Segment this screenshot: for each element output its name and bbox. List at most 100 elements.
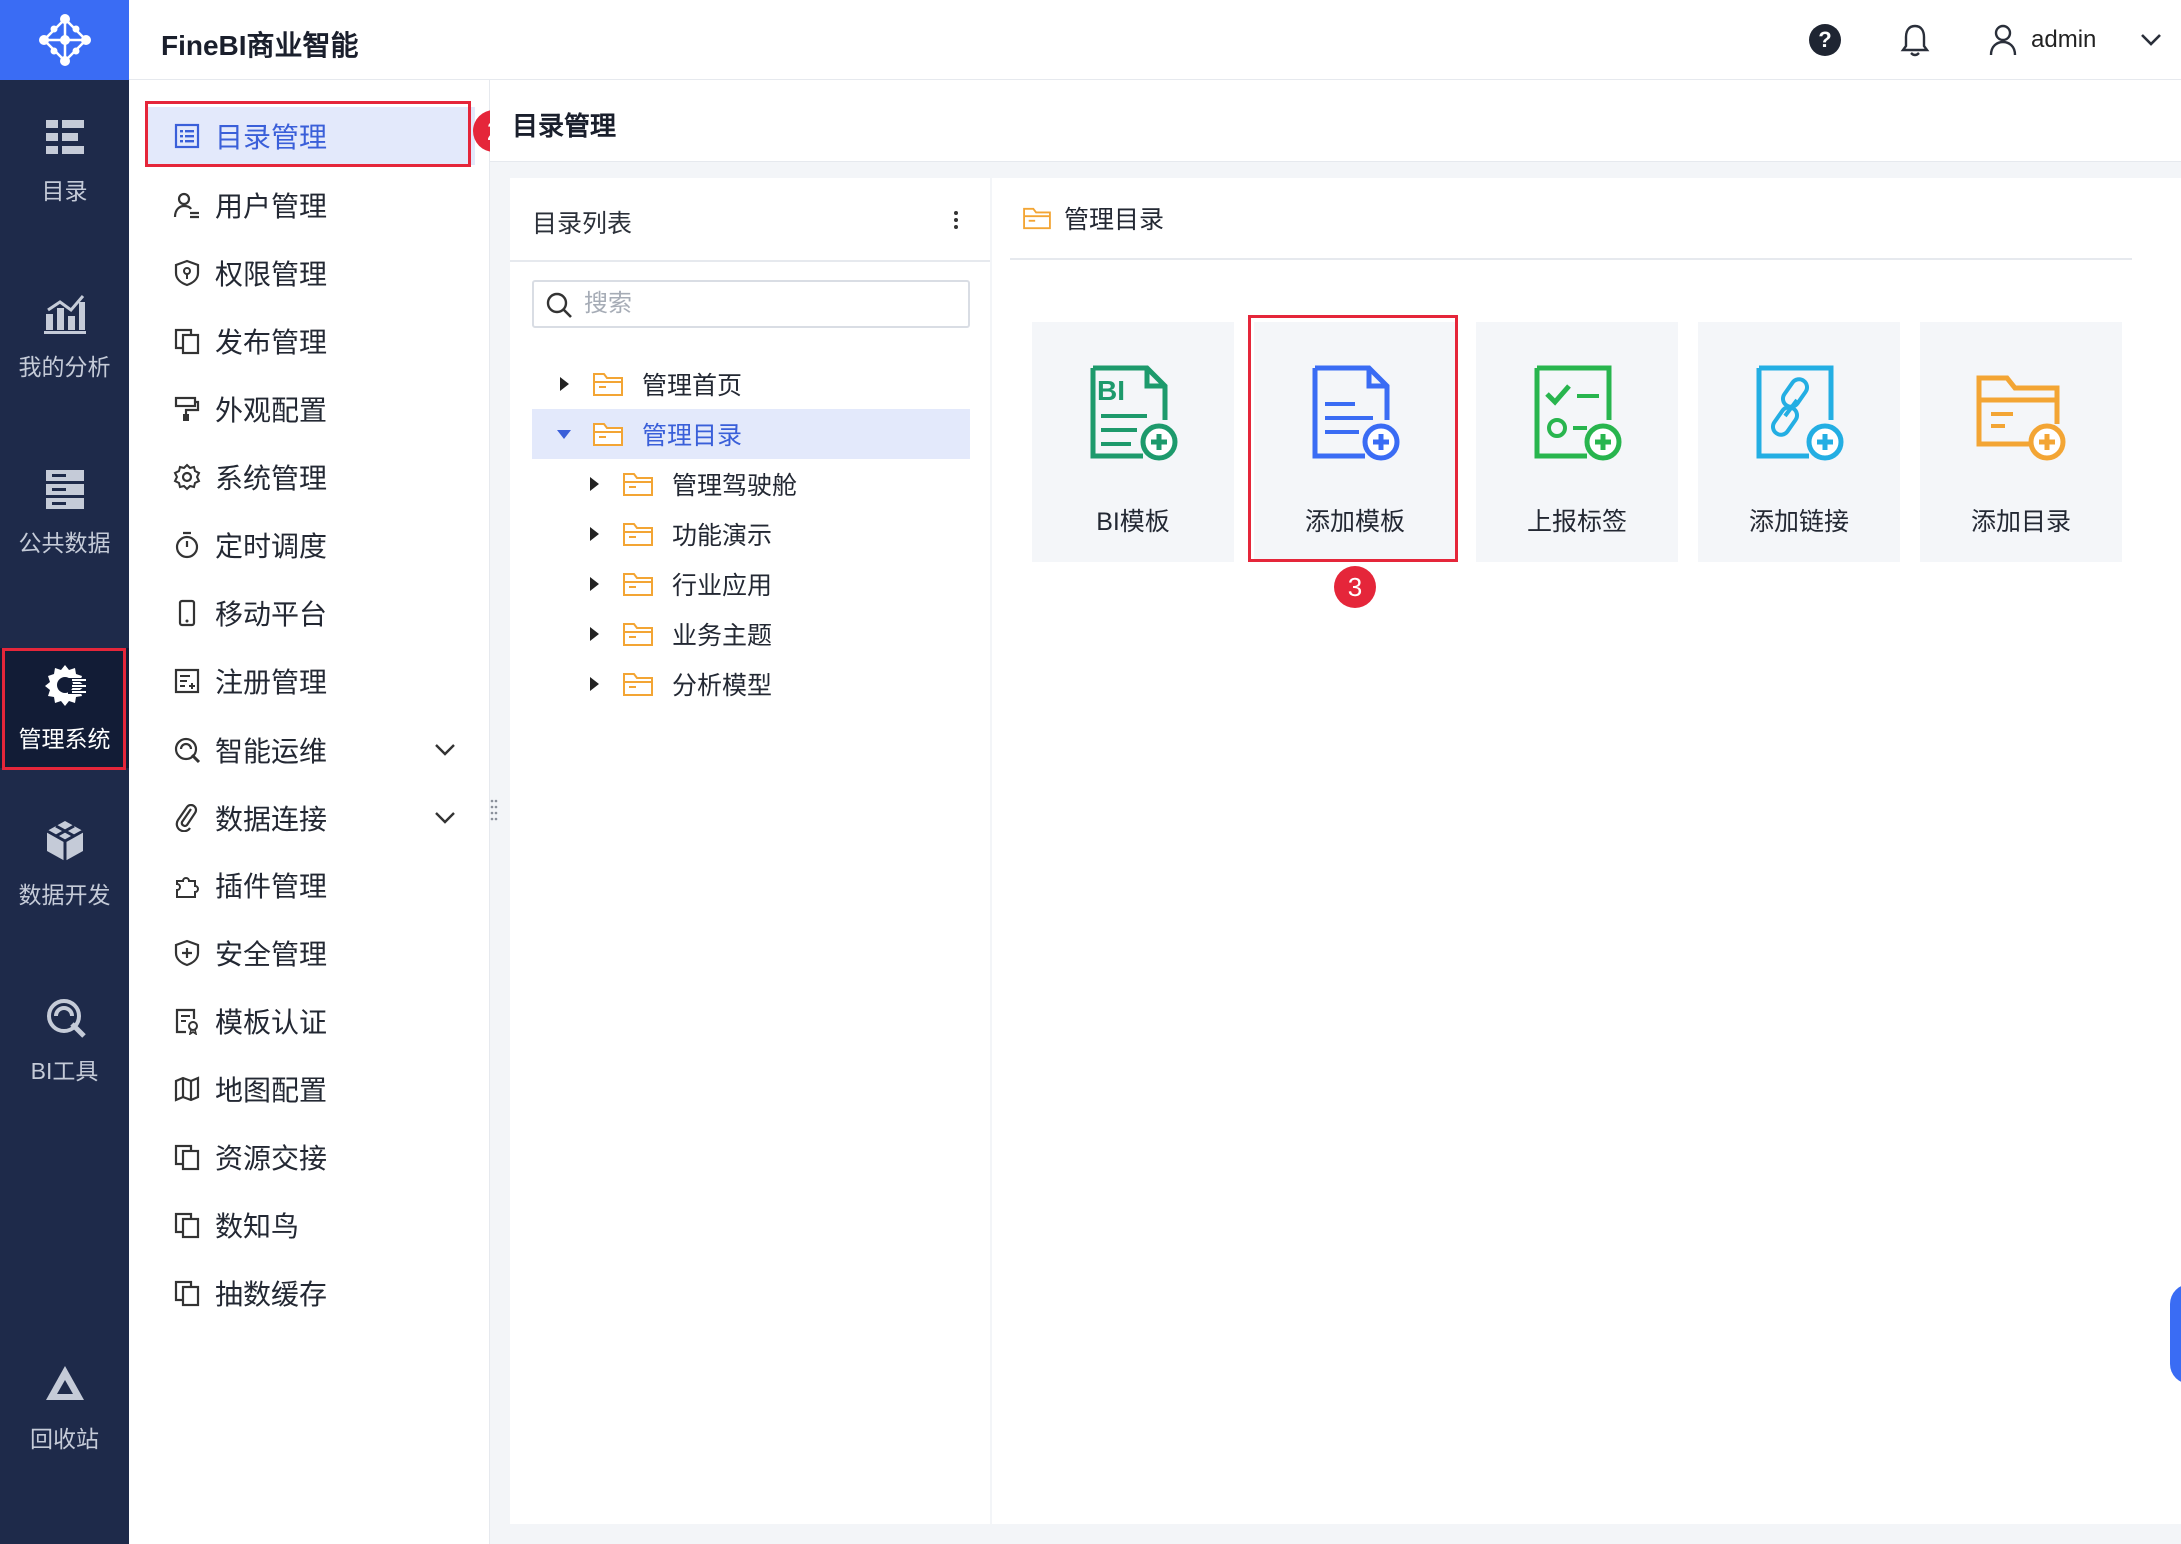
caret-right-icon[interactable] <box>554 374 574 394</box>
add-link-card[interactable]: 添加链接 <box>1698 322 1900 562</box>
menu-item-intelligent-ops[interactable]: 智能运维 <box>145 721 475 779</box>
highlight-box-manage-system <box>2 648 126 770</box>
tree-node-management-cockpit[interactable]: 管理驾驶舱 <box>532 459 970 509</box>
menu-item-label: 权限管理 <box>215 259 328 290</box>
tree-node-label: 业务主题 <box>672 622 773 650</box>
username-label[interactable]: admin <box>2031 26 2096 54</box>
menu-item-label: 定时调度 <box>215 531 328 562</box>
menu-item-label: 插件管理 <box>215 871 328 902</box>
user-menu-chevron-down-icon[interactable] <box>2139 30 2163 50</box>
menu-item-extract-cache[interactable]: 抽数缓存 <box>145 1264 475 1322</box>
security-shield-icon <box>174 939 200 967</box>
menu-item-system-management[interactable]: 系统管理 <box>145 448 475 506</box>
analysis-icon <box>43 295 86 334</box>
add-folder-card[interactable]: 添加目录 <box>1920 322 2122 562</box>
chevron-down-icon[interactable] <box>433 740 457 760</box>
menu-item-label: 数知鸟 <box>215 1211 300 1242</box>
paint-roller-icon <box>174 396 200 421</box>
rail-item-data-dev[interactable]: 数据开发 <box>0 804 129 924</box>
timer-icon <box>175 531 199 559</box>
bi-template-card[interactable]: BI BI模板 <box>1032 322 1234 562</box>
register-icon <box>174 668 200 694</box>
user-icon <box>173 192 199 219</box>
tree-node-feature-demo[interactable]: 功能演示 <box>532 509 970 559</box>
tree-node-business-topics[interactable]: 业务主题 <box>532 609 970 659</box>
menu-item-plugin-management[interactable]: 插件管理 <box>145 856 475 914</box>
search-input[interactable] <box>584 288 954 320</box>
caret-right-icon[interactable] <box>584 674 604 694</box>
menu-item-appearance-config[interactable]: 外观配置 <box>145 380 475 438</box>
menu-item-label: 模板认证 <box>215 1007 328 1038</box>
caret-right-icon[interactable] <box>584 474 604 494</box>
more-options-icon[interactable] <box>952 208 960 232</box>
user-avatar-icon[interactable] <box>1987 22 2019 58</box>
rail-item-label: 目录 <box>41 178 88 204</box>
page-title: 目录管理 <box>512 111 617 141</box>
link-icon <box>175 804 198 832</box>
tree-node-analysis-models[interactable]: 分析模型 <box>532 659 970 709</box>
menu-item-shuzhiniao[interactable]: 数知鸟 <box>145 1196 475 1254</box>
menu-item-label: 发布管理 <box>215 327 328 358</box>
card-label: 添加目录 <box>1970 508 2071 536</box>
menu-item-label: 安全管理 <box>215 939 328 970</box>
add-folder-icon <box>1976 375 2066 461</box>
caret-right-icon[interactable] <box>584 574 604 594</box>
recycle-icon <box>45 1366 84 1400</box>
puzzle-icon <box>176 877 199 898</box>
menu-item-template-certification[interactable]: 模板认证 <box>145 992 475 1050</box>
menu-item-resource-handover[interactable]: 资源交接 <box>145 1128 475 1186</box>
rail-item-my-analysis[interactable]: 我的分析 <box>0 276 129 396</box>
tree-node-label: 管理目录 <box>642 422 743 450</box>
report-tag-card[interactable]: 上报标签 <box>1476 322 1678 562</box>
menu-item-label: 地图配置 <box>215 1075 328 1106</box>
copy-icon <box>174 1212 200 1239</box>
menu-item-mobile-platform[interactable]: 移动平台 <box>145 584 475 642</box>
bi-template-icon-text: BI <box>1097 375 1125 406</box>
report-tag-icon <box>1534 365 1622 461</box>
primary-nav-rail: 目录 我的分析 公共数据 管理系统 数据开发 BI工具 回收站 <box>0 0 129 1544</box>
folder-icon <box>593 423 623 446</box>
side-expand-tab[interactable] <box>2170 1284 2181 1384</box>
help-icon[interactable]: ? <box>1809 24 1841 56</box>
folder-icon <box>593 373 623 396</box>
rail-item-public-data[interactable]: 公共数据 <box>0 452 129 572</box>
rail-item-catalog[interactable]: 目录 <box>0 100 129 220</box>
app-title: FineBI商业智能 <box>161 30 359 61</box>
folder-icon <box>623 473 653 496</box>
caret-right-icon[interactable] <box>584 624 604 644</box>
publish-icon <box>174 328 200 355</box>
menu-item-map-config[interactable]: 地图配置 <box>145 1060 475 1118</box>
mobile-icon <box>178 599 196 627</box>
rail-item-bi-tools[interactable]: BI工具 <box>0 980 129 1100</box>
caret-down-icon[interactable] <box>554 424 574 444</box>
menu-item-security-management[interactable]: 安全管理 <box>145 924 475 982</box>
menu-item-label: 智能运维 <box>215 736 328 767</box>
menu-resize-handle[interactable] <box>490 798 498 824</box>
menu-item-permission-management[interactable]: 权限管理 <box>145 244 475 302</box>
tree-node-management-catalog[interactable]: 管理目录 <box>532 409 970 459</box>
menu-item-scheduled-tasks[interactable]: 定时调度 <box>145 516 475 574</box>
notification-bell-icon[interactable] <box>1899 22 1931 58</box>
chevron-down-icon[interactable] <box>433 808 457 828</box>
tree-node-management-home[interactable]: 管理首页 <box>532 359 970 409</box>
card-label: 添加链接 <box>1748 508 1849 536</box>
caret-right-icon[interactable] <box>584 524 604 544</box>
tree-node-industry-apps[interactable]: 行业应用 <box>532 559 970 609</box>
menu-item-label: 抽数缓存 <box>215 1279 328 1310</box>
menu-item-publish-management[interactable]: 发布管理 <box>145 312 475 370</box>
directory-search-box[interactable] <box>532 280 970 328</box>
data-dev-icon <box>45 821 84 861</box>
app-logo[interactable] <box>0 0 129 80</box>
rail-item-label: BI工具 <box>30 1058 99 1084</box>
rail-item-label: 我的分析 <box>18 354 111 380</box>
ops-icon <box>174 737 201 764</box>
menu-item-user-management[interactable]: 用户管理 <box>145 176 475 234</box>
rail-item-recycle[interactable]: 回收站 <box>0 1348 129 1468</box>
menu-item-registration[interactable]: 注册管理 <box>145 652 475 710</box>
highlight-box-add-template <box>1248 315 1458 562</box>
menu-item-data-connection[interactable]: 数据连接 <box>145 789 475 847</box>
certify-icon <box>175 1008 198 1035</box>
gear-icon <box>173 463 201 491</box>
content-title-label: 管理目录 <box>1064 206 1165 234</box>
add-link-icon <box>1756 365 1844 461</box>
